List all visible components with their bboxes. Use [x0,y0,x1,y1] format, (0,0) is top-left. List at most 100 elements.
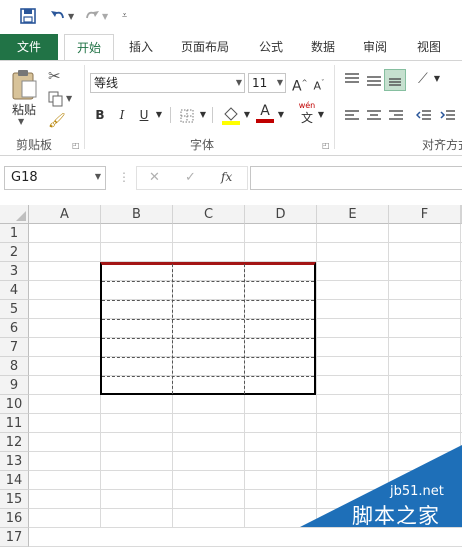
column-header-b[interactable]: B [101,205,173,224]
save-icon[interactable] [20,6,36,26]
enter-icon[interactable]: ✓ [185,170,196,185]
row-header-4[interactable]: 4 [0,281,29,300]
divider [212,107,213,123]
row-header-5[interactable]: 5 [0,300,29,319]
ribbon: 粘贴 ▼ ✂ ▼ 🖌 剪贴板 ◰ 等线 ▼ 11 ▼ A^ Aˇ B I U ▼… [0,60,462,156]
formula-input[interactable] [250,166,462,190]
font-name-select[interactable]: 等线 ▼ [90,73,245,93]
phonetic-dropdown-icon[interactable]: ▼ [316,105,326,125]
increase-indent-icon[interactable] [440,109,456,126]
row-header-15[interactable]: 15 [0,490,29,509]
column-header-d[interactable]: D [245,205,317,224]
border-icon[interactable] [180,109,194,126]
fill-color-icon[interactable] [222,105,240,128]
tab-data[interactable]: 数据 [302,34,344,60]
column-header-f[interactable]: F [389,205,461,224]
orientation-icon[interactable]: ⟋ [418,71,428,87]
table-dashed-row-border [102,319,314,320]
font-size-select[interactable]: 11 ▼ [248,73,286,93]
row-header-12[interactable]: 12 [0,433,29,452]
table-dashed-row-border [102,300,314,301]
chevron-down-icon: ▼ [235,78,242,87]
font-color-button[interactable]: A [256,103,274,123]
table-dashed-column-border [244,264,245,394]
tab-view[interactable]: 视图 [408,34,450,60]
watermark-site: jb51.net [390,484,444,499]
align-left-icon[interactable] [344,109,360,126]
row-header-10[interactable]: 10 [0,395,29,414]
row-header-3[interactable]: 3 [0,262,29,281]
customize-qat-icon[interactable]: ⩡ [122,6,127,26]
fill-color-dropdown-icon[interactable]: ▼ [242,105,252,125]
clipboard-group-label: 剪贴板 [16,138,53,152]
paste-icon[interactable] [10,69,38,104]
tab-formulas[interactable]: 公式 [250,34,292,60]
divider [84,65,85,149]
copy-icon[interactable] [48,91,64,110]
row-header-11[interactable]: 11 [0,414,29,433]
tab-insert[interactable]: 插入 [120,34,162,60]
chevron-down-icon: ▼ [94,172,101,181]
orientation-dropdown-icon[interactable]: ▼ [432,69,442,89]
column-header-c[interactable]: C [173,205,245,224]
undo-dropdown-icon[interactable]: ▼ [68,6,74,26]
insert-function-icon[interactable]: fx [221,170,232,184]
font-launcher-icon[interactable]: ◰ [322,141,330,150]
phonetic-button[interactable]: wén 文 [296,101,318,125]
tab-file[interactable]: 文件 [0,34,58,60]
paste-dropdown-icon[interactable]: ▼ [18,117,24,126]
name-box[interactable]: G18 ▼ [4,166,106,190]
cut-icon[interactable]: ✂ [48,67,61,85]
copy-dropdown-icon[interactable]: ▼ [66,94,72,103]
redo-icon[interactable] [84,6,100,26]
row-header-6[interactable]: 6 [0,319,29,338]
undo-icon[interactable] [50,6,66,26]
column-header-e[interactable]: E [317,205,389,224]
align-right-icon[interactable] [388,109,404,126]
divider [170,107,171,123]
border-dropdown-icon[interactable]: ▼ [198,105,208,125]
phonetic-icon: 文 [300,111,313,125]
underline-dropdown-icon[interactable]: ▼ [154,105,164,125]
quick-access-toolbar: ▼ ▼ ⩡ [0,0,462,34]
bold-button[interactable]: B [93,105,107,125]
row-header-17[interactable]: 17 [0,528,29,547]
clipboard-launcher-icon[interactable]: ◰ [72,141,80,150]
shrink-font-button[interactable]: Aˇ [312,73,326,97]
row-header-14[interactable]: 14 [0,471,29,490]
name-box-value: G18 [11,170,38,185]
underline-button[interactable]: U [137,105,151,125]
font-color-swatch [256,119,274,123]
tab-home[interactable]: 开始 [64,34,114,60]
font-color-dropdown-icon[interactable]: ▼ [276,105,286,125]
align-center-icon[interactable] [366,109,382,126]
row-header-13[interactable]: 13 [0,452,29,471]
gridline-horizontal [29,242,462,243]
decrease-indent-icon[interactable] [415,109,432,126]
column-header-a[interactable]: A [29,205,101,224]
tab-review[interactable]: 审阅 [354,34,396,60]
table-dashed-row-border [102,281,314,282]
select-all-button[interactable] [0,205,29,224]
format-painter-icon[interactable]: 🖌 [48,113,66,129]
italic-button[interactable]: I [115,105,129,125]
redo-dropdown-icon[interactable]: ▼ [102,6,108,26]
row-header-9[interactable]: 9 [0,376,29,395]
align-top-icon[interactable] [344,73,360,90]
font-size-value: 11 [252,76,268,90]
align-bottom-button[interactable] [384,69,406,91]
alignment-group-label: 对齐方式 [422,138,462,152]
gridline-horizontal [29,413,462,414]
tab-page-layout[interactable]: 页面布局 [172,34,238,60]
row-header-2[interactable]: 2 [0,243,29,262]
row-header-8[interactable]: 8 [0,357,29,376]
align-middle-icon[interactable] [366,73,382,90]
paste-button[interactable]: 粘贴 [12,101,36,118]
formula-bar-grip-icon[interactable]: ⋮ [118,170,130,184]
row-header-1[interactable]: 1 [0,224,29,243]
cancel-icon[interactable]: ✕ [149,170,160,185]
grow-font-button[interactable]: A^ [292,73,307,97]
row-header-16[interactable]: 16 [0,509,29,528]
gridline-horizontal [29,432,462,433]
row-header-7[interactable]: 7 [0,338,29,357]
